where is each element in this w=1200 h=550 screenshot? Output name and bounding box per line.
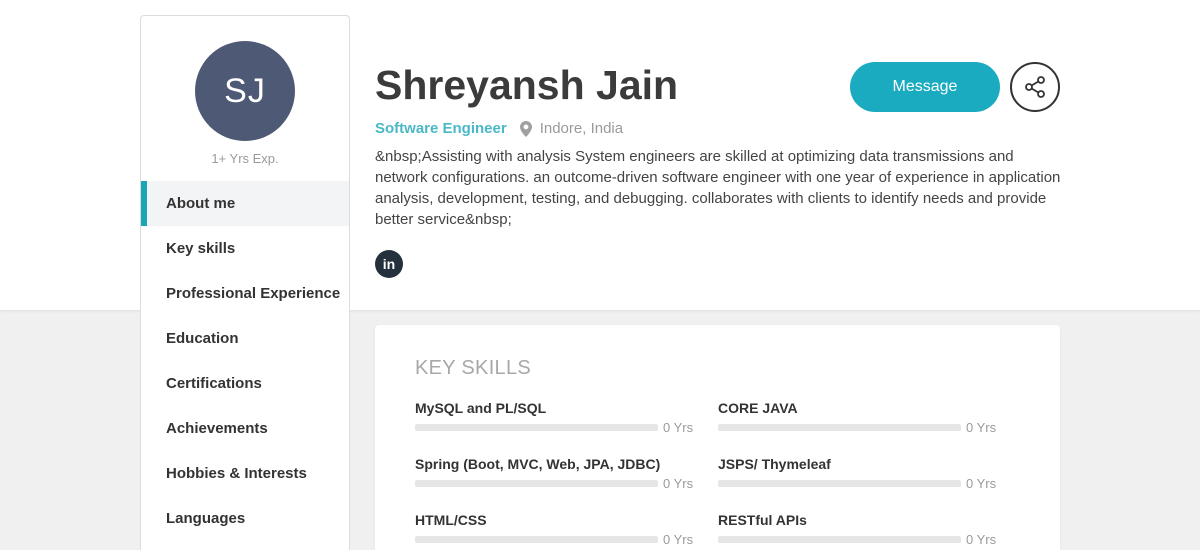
sidebar-item-languages[interactable]: Languages xyxy=(141,496,349,541)
skill-years: 0 Yrs xyxy=(663,420,694,435)
skill-name: RESTful APIs xyxy=(718,512,807,528)
skill-item: CORE JAVA 0 Yrs xyxy=(718,400,998,435)
message-button[interactable]: Message xyxy=(850,62,1000,112)
skill-item: JSPS/ Thymeleaf 0 Yrs xyxy=(718,456,998,491)
skill-bar xyxy=(415,536,658,543)
skill-bar xyxy=(718,536,961,543)
skill-item: RESTful APIs 0 Yrs xyxy=(718,512,998,547)
skill-bar xyxy=(415,480,658,487)
sidebar-nav: About me Key skills Professional Experie… xyxy=(141,181,349,541)
sidebar-item-key-skills[interactable]: Key skills xyxy=(141,226,349,271)
linkedin-icon[interactable]: in xyxy=(375,250,403,278)
sidebar-item-professional-experience[interactable]: Professional Experience xyxy=(141,271,349,316)
skill-bar xyxy=(718,424,961,431)
skill-years: 0 Yrs xyxy=(966,476,997,491)
skill-bar xyxy=(718,480,961,487)
profile-sidebar: SJ 1+ Yrs Exp. About me Key skills Profe… xyxy=(140,15,350,550)
sidebar-item-certifications[interactable]: Certifications xyxy=(141,361,349,406)
sidebar-item-about-me[interactable]: About me xyxy=(141,181,349,226)
share-icon xyxy=(1023,75,1047,99)
skill-bar xyxy=(415,424,658,431)
location-pin-icon xyxy=(519,120,532,137)
sidebar-item-hobbies-interests[interactable]: Hobbies & Interests xyxy=(141,451,349,496)
skill-name: HTML/CSS xyxy=(415,512,487,528)
skill-item: HTML/CSS 0 Yrs xyxy=(415,512,695,547)
avatar: SJ xyxy=(195,41,295,141)
profile-subline: Software Engineer Indore, India xyxy=(375,120,623,137)
share-button[interactable] xyxy=(1010,62,1060,112)
skill-years: 0 Yrs xyxy=(663,476,694,491)
skill-years: 0 Yrs xyxy=(966,420,997,435)
skill-item: MySQL and PL/SQL 0 Yrs xyxy=(415,400,695,435)
skill-years: 0 Yrs xyxy=(966,532,997,547)
skill-name: MySQL and PL/SQL xyxy=(415,400,547,416)
profile-name: Shreyansh Jain xyxy=(375,62,679,108)
experience-label: 1+ Yrs Exp. xyxy=(211,151,279,166)
key-skills-card: KEY SKILLS MySQL and PL/SQL 0 Yrs CORE J… xyxy=(375,325,1060,550)
skill-name: CORE JAVA xyxy=(718,400,798,416)
profile-location: Indore, India xyxy=(539,120,624,137)
profile-role: Software Engineer xyxy=(375,120,507,137)
skill-name: JSPS/ Thymeleaf xyxy=(718,456,831,472)
skill-name: Spring (Boot, MVC, Web, JPA, JDBC) xyxy=(415,456,661,472)
key-skills-title: KEY SKILLS xyxy=(415,357,532,379)
sidebar-item-achievements[interactable]: Achievements xyxy=(141,406,349,451)
skill-item: Spring (Boot, MVC, Web, JPA, JDBC) 0 Yrs xyxy=(415,456,695,491)
sidebar-item-education[interactable]: Education xyxy=(141,316,349,361)
profile-bio: &nbsp;Assisting with analysis System eng… xyxy=(375,148,1061,228)
skill-years: 0 Yrs xyxy=(663,532,694,547)
